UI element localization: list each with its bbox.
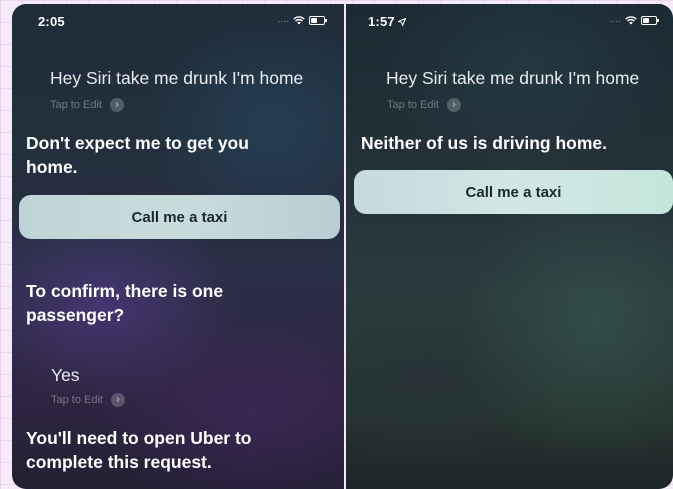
status-bar-time: 1:57 <box>368 14 395 29</box>
tap-to-edit-link[interactable]: Tap to Edit › <box>387 98 461 112</box>
chevron-right-icon: › <box>110 393 125 407</box>
status-bar-time-group: 1:57 <box>368 14 406 29</box>
siri-query-text: Hey Siri take me drunk I'm home <box>386 68 640 88</box>
left-siri-screen: 2:05 .... Hey Siri take me drunk I'm hom… <box>12 4 344 489</box>
battery-icon <box>640 15 659 25</box>
status-bar-icons: .... <box>610 13 659 27</box>
status-bar-time: 2:05 <box>38 14 65 29</box>
tap-to-edit-label: Tap to Edit <box>50 99 102 111</box>
chevron-right-icon: › <box>109 98 124 112</box>
right-siri-screen: 1:57 .... Hey Siri take me drunk I'm hom… <box>346 4 673 489</box>
tap-to-edit-label: Tap to Edit <box>387 99 439 111</box>
wifi-icon <box>293 16 305 25</box>
battery-icon <box>308 15 327 25</box>
siri-response-text: Don't expect me to get you home. <box>26 133 249 177</box>
wifi-icon <box>625 16 637 25</box>
siri-response-text: Neither of us is driving home. <box>361 133 608 153</box>
call-taxi-button[interactable]: Call me a taxi <box>354 170 673 214</box>
chevron-right-icon: › <box>446 98 461 112</box>
status-bar-icons: .... <box>278 13 327 27</box>
call-taxi-button[interactable]: Call me a taxi <box>19 195 340 239</box>
signal-dots-icon: .... <box>610 15 621 24</box>
location-arrow-icon <box>397 17 406 26</box>
siri-query-text: Hey Siri take me drunk I'm home <box>50 68 304 88</box>
siri-final-message: You'll need to open Uber to complete thi… <box>26 428 252 472</box>
siri-confirm-question: To confirm, there is one passenger? <box>26 281 224 325</box>
siri-answer-yes: Yes <box>51 365 80 385</box>
tap-to-edit-link[interactable]: Tap to Edit › <box>50 98 124 112</box>
tap-to-edit-label: Tap to Edit <box>51 394 103 406</box>
answer-tap-to-edit-link[interactable]: Tap to Edit › <box>51 393 125 407</box>
signal-dots-icon: .... <box>278 15 289 24</box>
